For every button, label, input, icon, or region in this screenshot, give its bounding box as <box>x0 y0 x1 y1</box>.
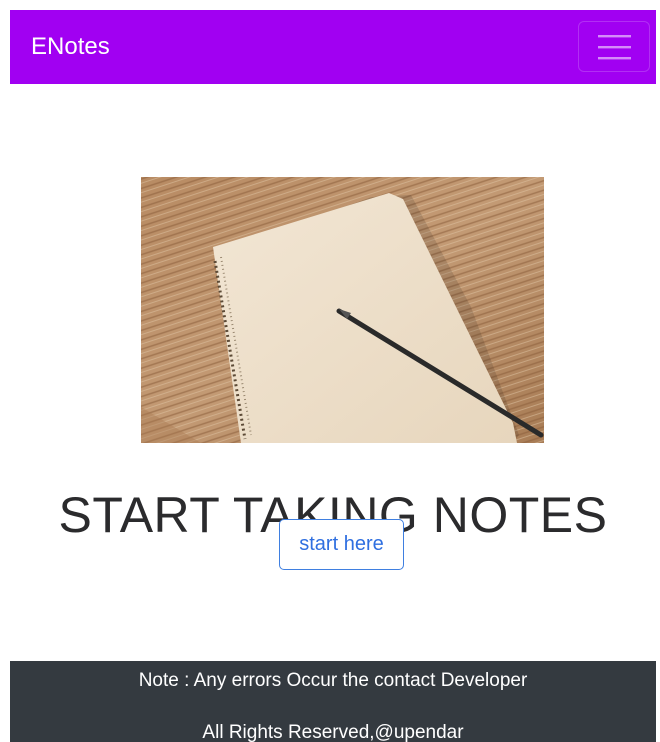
footer-note: Note : Any errors Occur the contact Deve… <box>138 670 528 691</box>
notebook-hero-image <box>141 177 544 443</box>
navbar: ENotes <box>10 10 656 84</box>
page: ENotes START TAKING NOTES start here Not… <box>0 0 660 742</box>
footer: Note : Any errors Occur the contact Deve… <box>10 661 656 742</box>
hamburger-menu-icon <box>598 35 631 60</box>
brand-link[interactable]: ENotes <box>31 32 110 62</box>
navbar-toggle-button[interactable] <box>578 21 650 72</box>
start-here-button[interactable]: start here <box>279 519 404 570</box>
footer-copyright: All Rights Reserved,@upendar <box>202 722 464 742</box>
